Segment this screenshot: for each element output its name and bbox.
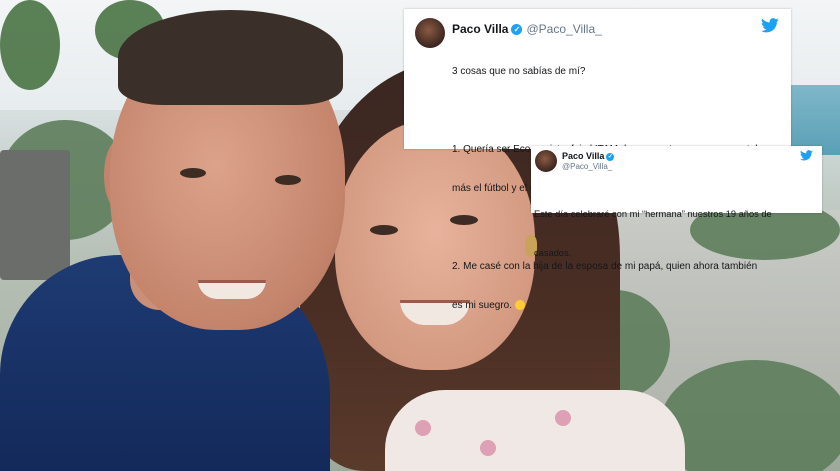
twitter-bird-icon[interactable] [800,150,813,161]
tweet-line: es mi suegro. [452,300,515,311]
tweet-line: Este día celebraré con mi “hermana” nues… [534,209,772,219]
verified-badge-icon: ✓ [606,152,615,161]
author-handle[interactable]: @Paco_Villa_ [526,22,601,36]
palm-tree [0,0,60,90]
tweet-line: casados. [534,248,572,258]
lounge-chair [0,150,70,280]
dress-flower [555,410,571,426]
avatar[interactable] [415,18,445,48]
author-handle[interactable]: @Paco_Villa_ [562,162,612,171]
avatar[interactable] [535,150,557,172]
tweet-author[interactable]: Paco Villa ✓ [562,151,615,161]
man-smile [198,280,266,299]
tweet-text: Este día celebraré con mi “hermana” nues… [534,182,816,286]
sea [790,85,840,155]
twitter-bird-icon[interactable] [761,18,779,33]
tweet-author[interactable]: Paco Villa ✓ @Paco_Villa_ [452,22,602,36]
man-hair [118,10,343,105]
rofl-emoji-icon [514,300,525,311]
woman-dress [385,390,685,471]
tweet-card-2[interactable]: Paco Villa ✓ @Paco_Villa_ Este día celebr… [531,146,822,258]
dress-flower [480,440,496,456]
man-eye [180,168,206,178]
tweet-line-last: es mi suegro. [452,299,782,312]
author-name[interactable]: Paco Villa [452,22,508,36]
woman-eye [370,225,398,235]
man-eye [275,175,301,185]
verified-badge-icon: ✓ [511,24,523,36]
dress-flower [415,420,431,436]
tweet-line: 3 cosas que no sabías de mí? [452,66,586,77]
author-name[interactable]: Paco Villa [562,151,604,161]
tweet-line [452,104,782,117]
tweet-card-1[interactable]: Paco Villa ✓ @Paco_Villa_ 3 cosas que no s… [404,9,791,311]
